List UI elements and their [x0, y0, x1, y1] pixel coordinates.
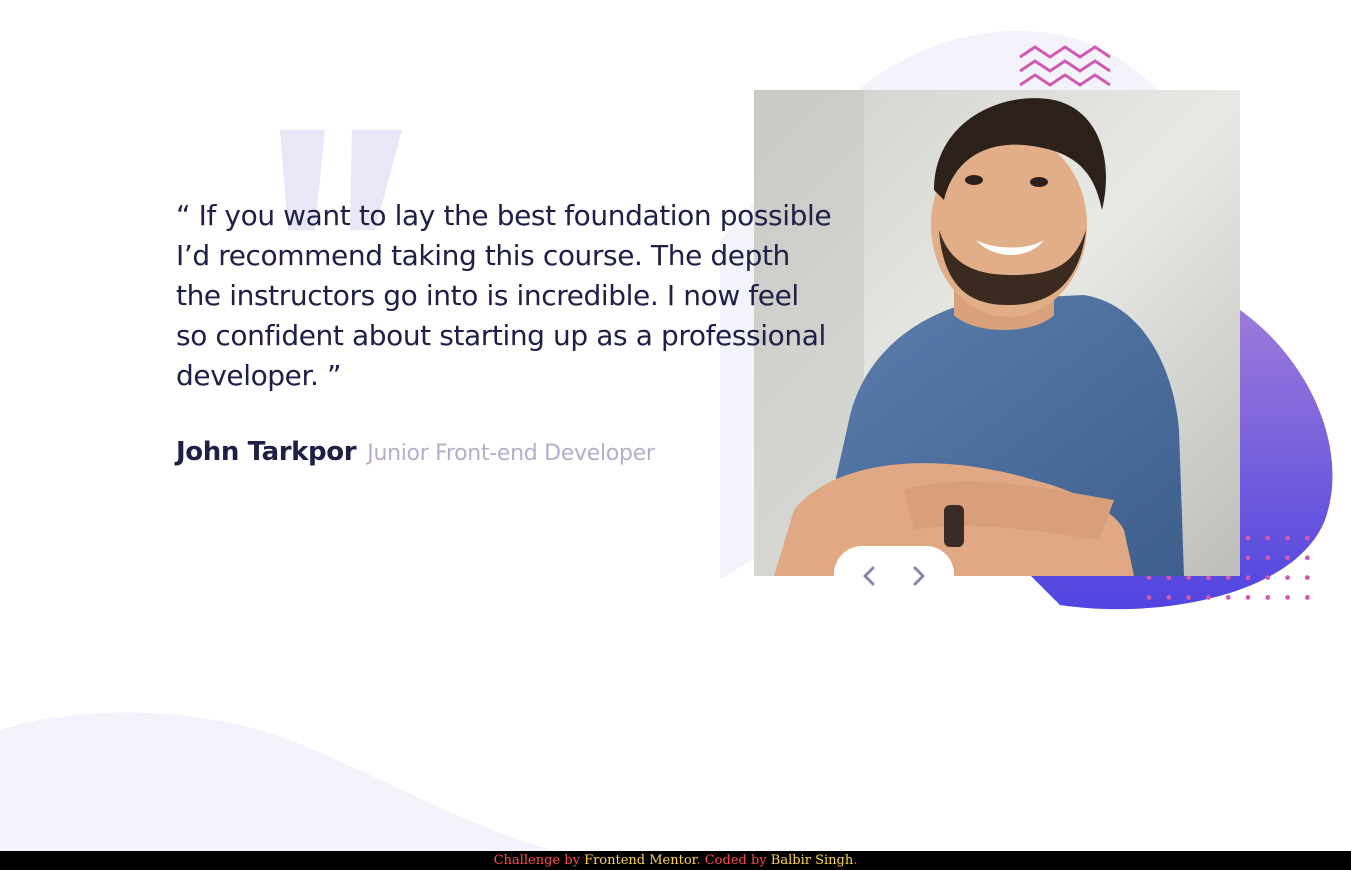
attribution-footer: Challenge by Frontend Mentor. Coded by B…: [0, 851, 1351, 870]
attribution-text: Challenge by: [493, 853, 585, 868]
frontend-mentor-link[interactable]: Frontend Mentor: [584, 853, 696, 868]
testimonial-author: John Tarkpor Junior Front-end Developer: [176, 437, 655, 467]
dot: [1225, 595, 1231, 600]
zigzag-pattern-icon: [1019, 45, 1111, 87]
dot: [1285, 535, 1290, 541]
dot: [1245, 535, 1251, 541]
dot: [1285, 555, 1290, 561]
dot: [1265, 595, 1271, 600]
dot: [1166, 595, 1172, 600]
chevron-right-icon: [913, 566, 925, 586]
testimonial-quote: “ If you want to lay the best foundation…: [176, 199, 832, 392]
dot: [1265, 535, 1271, 541]
author-role: Junior Front-end Developer: [367, 441, 655, 466]
background-curve: [0, 712, 560, 852]
dot: [1305, 595, 1310, 600]
dot: [1285, 575, 1290, 580]
dot: [1146, 595, 1152, 600]
author-link[interactable]: Balbir Singh: [771, 853, 853, 868]
dot: [1305, 535, 1310, 541]
attribution-text-coded: . Coded by: [696, 853, 771, 868]
dot: [1206, 595, 1211, 600]
dot: [1305, 575, 1310, 580]
testimonial-page: “ If you want to lay the best foundation…: [0, 0, 1351, 870]
chevron-left-icon: [863, 566, 875, 586]
next-button[interactable]: [906, 563, 932, 589]
dot: [1305, 555, 1310, 561]
author-name: John Tarkpor: [176, 437, 357, 467]
slider-navigation: [834, 546, 954, 604]
attribution-text-end: .: [853, 853, 858, 868]
previous-button[interactable]: [856, 563, 882, 589]
dot: [1245, 595, 1251, 600]
dot: [1285, 595, 1290, 600]
dot: [1245, 575, 1251, 580]
dot: [1265, 575, 1271, 580]
dot: [1245, 555, 1251, 561]
dot: [1265, 555, 1271, 561]
dot: [1186, 595, 1191, 600]
